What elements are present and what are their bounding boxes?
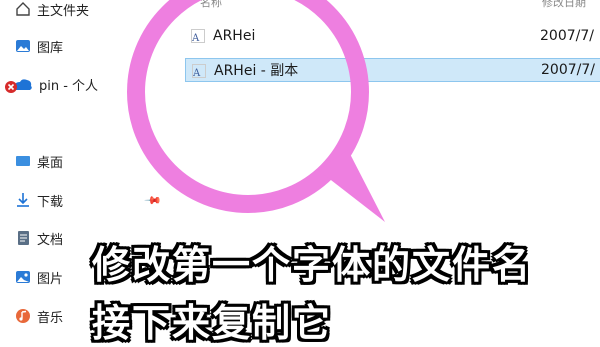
sidebar-item-label: 音乐 [37, 310, 64, 326]
column-header-date[interactable]: 修改日期 [542, 0, 586, 10]
column-header-name[interactable]: 名称 [200, 0, 222, 10]
download-icon [14, 191, 32, 209]
file-name: ARHei - 副本 [214, 63, 299, 79]
pin-icon[interactable]: 📌 [143, 191, 162, 210]
onedrive-cloud-icon [4, 75, 34, 93]
file-row-selected[interactable]: A ARHei - 副本 2007/7/ [185, 58, 600, 82]
caption-line-1: 修改第一个字体的文件名 [92, 243, 533, 287]
sidebar-item-label: 主文件夹 [37, 3, 90, 19]
file-name: ARHei [213, 28, 256, 44]
music-icon [14, 307, 32, 325]
sidebar-item-label: 文档 [37, 232, 64, 248]
desktop-icon [14, 152, 32, 170]
file-date: 2007/7/ [540, 28, 594, 44]
gallery-icon [14, 37, 32, 55]
pictures-icon [14, 268, 32, 286]
caption-line-2: 接下来复制它 [92, 301, 333, 345]
sidebar-item-music[interactable]: 音乐 [14, 305, 63, 327]
file-row[interactable]: A ARHei 2007/7/ [185, 24, 600, 48]
sidebar-item-onedrive[interactable]: pin - 个人 [4, 73, 98, 95]
sidebar-item-pictures[interactable]: 图片 [14, 266, 63, 288]
font-file-icon: A [191, 29, 205, 44]
sidebar-item-gallery[interactable]: 图库 [14, 35, 63, 57]
sidebar-item-desktop[interactable]: 桌面 [14, 150, 63, 172]
file-date: 2007/7/ [541, 62, 595, 78]
sidebar-item-downloads[interactable]: 下载 [14, 189, 63, 211]
sidebar-item-label: 图库 [37, 40, 64, 56]
sidebar-item-label: pin - 个人 [39, 78, 99, 94]
navigation-pane: 主文件夹 图库 pin - 个人 桌面 下载 📌 文档 图片 音乐 [0, 0, 162, 340]
sidebar-item-label: 图片 [37, 271, 64, 287]
file-list-header: 名称 修改日期 [200, 0, 600, 10]
document-icon [14, 229, 32, 247]
font-file-icon: A [192, 64, 206, 79]
sidebar-item-home[interactable]: 主文件夹 [14, 0, 89, 20]
svg-text:A: A [191, 33, 200, 43]
home-icon [14, 0, 32, 18]
sidebar-item-documents[interactable]: 文档 [14, 227, 63, 249]
sidebar-item-label: 桌面 [37, 155, 64, 171]
sidebar-item-label: 下载 [37, 194, 64, 210]
svg-text:A: A [192, 68, 201, 78]
